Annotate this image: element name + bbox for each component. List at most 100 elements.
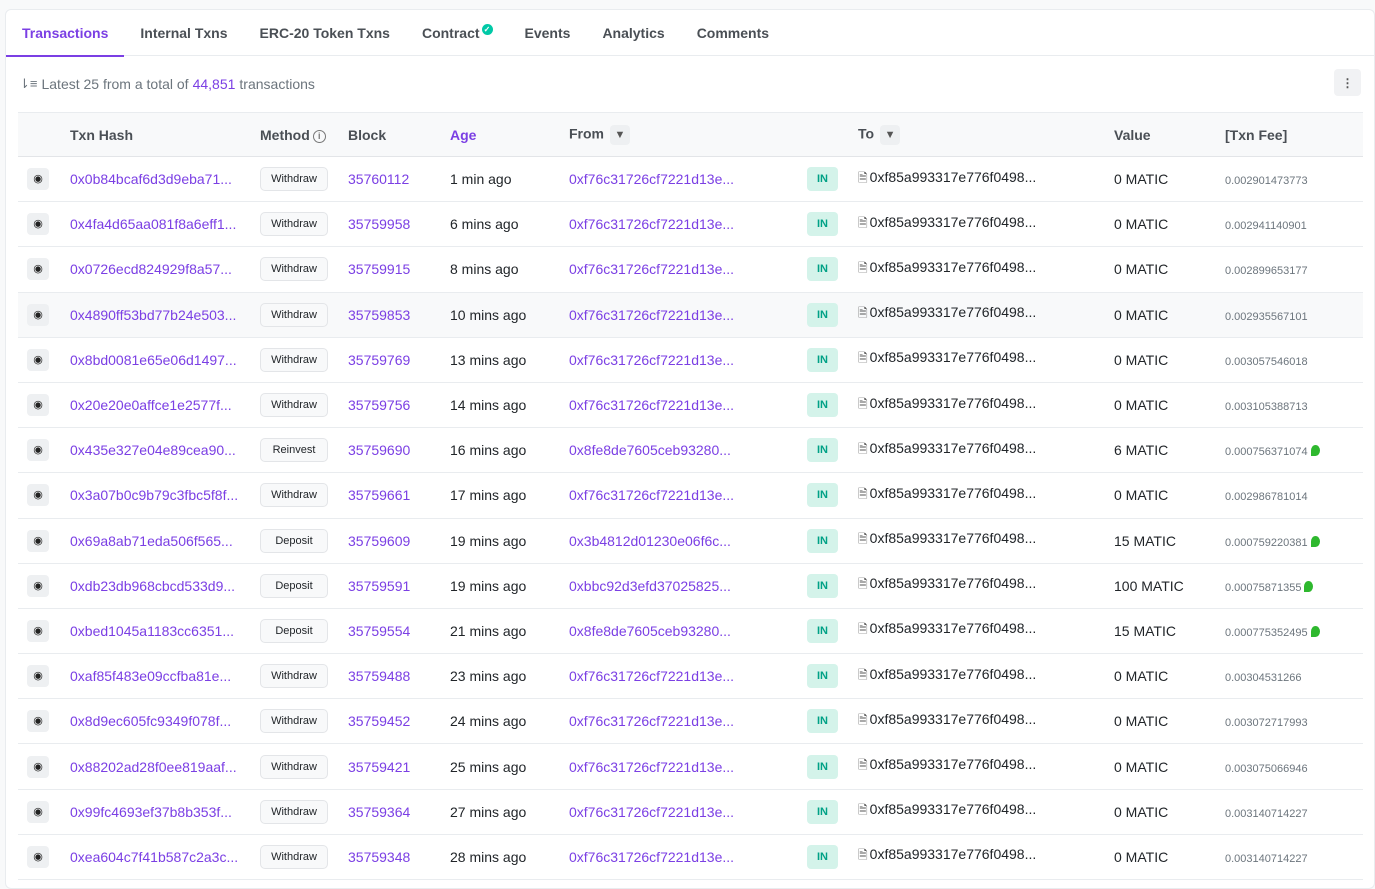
tab-analytics[interactable]: Analytics [586,10,680,56]
eye-icon[interactable]: ◉ [27,348,49,371]
txn-hash-link[interactable]: 0x3a07b0c9b79c3fbc5f8f... [70,487,238,503]
txn-fee-cell: 0.002941140901 [1225,202,1363,247]
txn-fee: 0.00304531266 [1225,672,1302,685]
tab-contract[interactable]: Contract ✓ [406,10,509,56]
from-address-link[interactable]: 0x3b4812d01230e06f6c... [569,533,731,549]
txn-fee-cell: 0.000775352495 [1225,608,1363,653]
tab-transactions[interactable]: Transactions [6,10,125,57]
eye-icon[interactable]: ◉ [27,168,49,191]
to-address: 0xf85a993317e776f0498... [869,846,1037,863]
txn-hash-link[interactable]: 0x20e20e0affce1e2577f... [70,397,232,413]
age-header[interactable]: Age [450,113,569,157]
block-link[interactable]: 35759609 [348,533,410,549]
block-link[interactable]: 35759958 [348,216,410,232]
from-address-link[interactable]: 0xf76c31726cf7221d13e... [569,352,734,368]
tab-label: Analytics [602,25,665,41]
method-badge: Withdraw [260,754,328,779]
block-link[interactable]: 35760112 [348,171,409,187]
txn-hash-link[interactable]: 0x0b84bcaf6d3d9eba71... [70,171,232,187]
direction-badge: IN [807,167,838,192]
txn-hash-link[interactable]: 0x4890ff53bd77b24e503... [70,307,236,323]
from-address-link[interactable]: 0xf76c31726cf7221d13e... [569,171,734,187]
txn-hash-link[interactable]: 0xbed1045a1183cc6351... [70,623,234,639]
from-cell: 0xf76c31726cf7221d13e... [569,157,807,202]
block-link[interactable]: 35759756 [348,397,410,413]
eye-icon[interactable]: ◉ [27,529,49,552]
eye-icon[interactable]: ◉ [27,394,49,417]
block-link[interactable]: 35759690 [348,442,410,458]
tab-erc20-token-txns[interactable]: ERC-20 Token Txns [244,10,406,56]
block-link[interactable]: 35759769 [348,352,410,368]
eye-cell: ◉ [18,428,70,473]
from-cell: 0xf76c31726cf7221d13e... [569,834,807,879]
txn-hash-link[interactable]: 0xdb23db968cbcd533d9... [70,578,235,594]
from-address-link[interactable]: 0xf76c31726cf7221d13e... [569,216,734,232]
eye-icon[interactable]: ◉ [27,439,49,462]
eye-icon[interactable]: ◉ [27,755,49,778]
filter-icon[interactable]: ▼ [880,124,901,145]
eye-icon[interactable]: ◉ [27,303,49,326]
from-address-link[interactable]: 0xf76c31726cf7221d13e... [569,713,734,729]
block-link[interactable]: 35759348 [348,849,410,865]
txn-hash-link[interactable]: 0x4fa4d65aa081f8a6eff1... [70,216,236,232]
from-address-link[interactable]: 0xf76c31726cf7221d13e... [569,261,734,277]
txn-hash-link[interactable]: 0xea604c7f41b587c2a3c... [70,849,238,865]
txn-fee-header[interactable]: [Txn Fee] [1225,113,1363,157]
method-badge: Withdraw [260,799,328,824]
from-address-link[interactable]: 0xf76c31726cf7221d13e... [569,487,734,503]
eye-icon[interactable]: ◉ [27,484,49,507]
eye-icon[interactable]: ◉ [27,213,49,236]
from-address-link[interactable]: 0xf76c31726cf7221d13e... [569,397,734,413]
from-address-link[interactable]: 0xf76c31726cf7221d13e... [569,307,734,323]
txn-hash-link[interactable]: 0x435e327e04e89cea90... [70,442,236,458]
from-address-link[interactable]: 0x8fe8de7605ceb93280... [569,623,731,639]
eye-icon[interactable]: ◉ [27,258,49,281]
eye-icon[interactable]: ◉ [27,710,49,733]
from-address-link[interactable]: 0xf76c31726cf7221d13e... [569,804,734,820]
from-address-link[interactable]: 0x8fe8de7605ceb93280... [569,442,731,458]
age-cell: 19 mins ago [450,577,527,594]
block-link[interactable]: 35759853 [348,307,410,323]
tab-comments[interactable]: Comments [681,10,785,56]
txn-hash-link[interactable]: 0x8bd0081e65e06d1497... [70,352,237,368]
eye-icon[interactable]: ◉ [27,619,49,642]
eye-icon[interactable]: ◉ [27,665,49,688]
block-link[interactable]: 35759488 [348,668,410,684]
tab-internal-txns[interactable]: Internal Txns [124,10,243,56]
method-header: Method i [260,113,348,157]
block-link[interactable]: 35759364 [348,804,410,820]
from-address-link[interactable]: 0xf76c31726cf7221d13e... [569,668,734,684]
block-link[interactable]: 35759421 [348,759,410,775]
from-address-link[interactable]: 0xf76c31726cf7221d13e... [569,759,734,775]
eye-icon[interactable]: ◉ [27,800,49,823]
filter-icon[interactable]: ▼ [610,124,630,145]
block-link[interactable]: 35759915 [348,261,410,277]
txn-hash-link[interactable]: 0x99fc4693ef37b8b353f... [70,804,232,820]
block-link[interactable]: 35759554 [348,623,410,639]
txn-hash-link[interactable]: 0x0726ecd824929f8a57... [70,261,232,277]
from-address-link[interactable]: 0xf76c31726cf7221d13e... [569,849,734,865]
table-row: ◉ 0x0b84bcaf6d3d9eba71... Withdraw 35760112… [18,157,1363,202]
to-cell: 🗎 0xf85a993317e776f0498... [858,382,1114,427]
txn-hash-link[interactable]: 0x69a8ab71eda506f565... [70,533,233,549]
txn-hash-link[interactable]: 0x8d9ec605fc9349f078f... [70,713,231,729]
info-icon[interactable]: i [312,129,326,143]
table-row: ◉ 0x435e327e04e89cea90... Reinvest 35759690… [18,428,1363,473]
txn-hash-link[interactable]: 0x88202ad28f0ee819aaf... [70,759,237,775]
table-row: ◉ 0x4890ff53bd77b24e503... Withdraw 3575985… [18,292,1363,338]
more-options-button[interactable]: ⋮ [1334,69,1361,96]
txn-hash-link[interactable]: 0xaf85f483e09ccfba81e... [70,668,231,684]
total-count-link[interactable]: 44,851 [193,76,236,92]
contract-file-icon: 🗎 [858,170,868,185]
tab-events[interactable]: Events [509,10,587,56]
txn-hash-cell: 0x20e20e0affce1e2577f... [70,382,260,427]
tab-label: ERC-20 Token Txns [259,25,390,41]
from-address-link[interactable]: 0xbbc92d3efd37025825... [569,578,731,594]
block-link[interactable]: 35759452 [348,713,410,729]
eye-icon[interactable]: ◉ [27,574,49,597]
block-link[interactable]: 35759661 [348,487,410,503]
eye-icon[interactable]: ◉ [27,845,49,868]
age-cell: 19 mins ago [450,532,527,549]
block-link[interactable]: 35759591 [348,578,410,594]
table-row: ◉ 0xaf85f483e09ccfba81e... Withdraw 3575948… [18,654,1363,699]
